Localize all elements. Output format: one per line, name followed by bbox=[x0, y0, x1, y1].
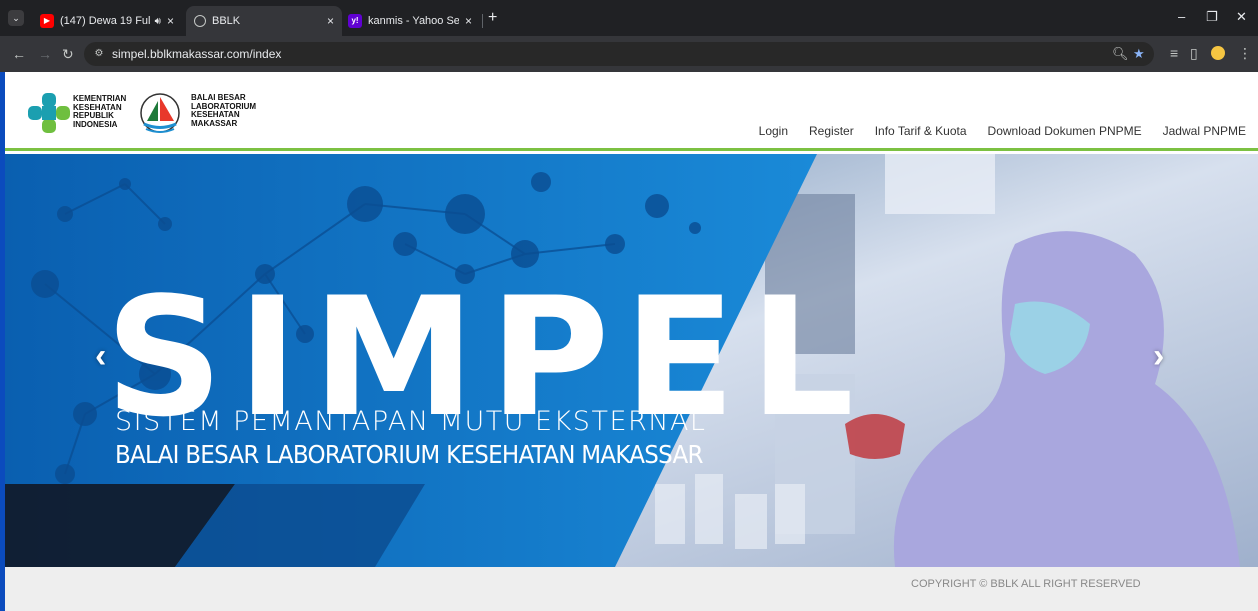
forward-icon[interactable]: → bbox=[38, 46, 52, 62]
new-tab-button[interactable]: + bbox=[488, 10, 497, 26]
reading-list-icon[interactable]: ≡ bbox=[1170, 45, 1178, 61]
speaker-icon: 🔊︎ bbox=[154, 15, 161, 27]
side-panel-icon[interactable]: ▯ bbox=[1190, 45, 1198, 62]
tab-youtube[interactable]: ▶ (147) Dewa 19 Full Album T 🔊︎ × bbox=[32, 6, 182, 36]
copyright-text: COPYRIGHT © BBLK ALL RIGHT RESERVED bbox=[911, 578, 1141, 590]
kemkes-line: INDONESIA bbox=[73, 119, 118, 129]
hero-subtitle-1: SISTEM PEMANTAPAN MUTU EKSTERNAL bbox=[115, 406, 707, 437]
tab-yahoo[interactable]: y! kanmis - Yahoo Search Results × bbox=[340, 6, 480, 36]
restore-button[interactable]: ❐ bbox=[1206, 9, 1218, 25]
browser-tab-bar: ⌄ ▶ (147) Dewa 19 Full Album T 🔊︎ × BBLK… bbox=[0, 0, 1258, 36]
web-page: KEMENTRIAN KESEHATAN REPUBLIK INDONESIA … bbox=[0, 72, 1258, 611]
globe-icon bbox=[194, 15, 206, 27]
back-icon[interactable]: ← bbox=[12, 46, 26, 62]
hero-subtitle-2: BALAI BESAR LABORATORIUM KESEHATAN MAKAS… bbox=[115, 440, 703, 469]
reload-icon[interactable]: ↻ bbox=[62, 46, 74, 62]
yahoo-icon: y! bbox=[348, 14, 362, 28]
nav-download-dokumen[interactable]: Download Dokumen PNPME bbox=[988, 124, 1142, 138]
nav-register[interactable]: Register bbox=[809, 124, 854, 138]
kemkes-text: KEMENTRIAN KESEHATAN REPUBLIK INDONESIA bbox=[73, 94, 126, 129]
url-text[interactable]: simpel.bblkmakassar.com/index bbox=[112, 47, 281, 61]
tab-search-menu-button[interactable]: ⌄ bbox=[8, 10, 24, 26]
bookmark-star-icon[interactable]: ★ bbox=[1133, 46, 1145, 62]
close-window-button[interactable]: ✕ bbox=[1236, 9, 1247, 25]
tab-close-button[interactable]: × bbox=[465, 14, 472, 28]
tab-separator bbox=[482, 14, 483, 28]
nav-login[interactable]: Login bbox=[759, 124, 788, 138]
nav-info-tarif[interactable]: Info Tarif & Kuota bbox=[875, 124, 967, 138]
hero-carousel: SIMPEL SISTEM PEMANTAPAN MUTU EKSTERNAL … bbox=[5, 154, 1258, 567]
site-info-icon[interactable]: ⚙ bbox=[92, 47, 106, 61]
profile-avatar[interactable] bbox=[1211, 46, 1225, 60]
tab-title: BBLK bbox=[212, 15, 241, 27]
nav-jadwal[interactable]: Jadwal PNPME bbox=[1163, 124, 1246, 138]
youtube-icon: ▶ bbox=[40, 14, 54, 28]
tab-title: (147) Dewa 19 Full Album T bbox=[60, 15, 151, 27]
tab-close-button[interactable]: × bbox=[327, 14, 334, 28]
site-footer: COPYRIGHT © BBLK ALL RIGHT RESERVED bbox=[5, 567, 1258, 611]
kemkes-logo bbox=[28, 93, 70, 133]
carousel-prev-button[interactable]: ‹ bbox=[95, 339, 106, 373]
more-menu-icon[interactable]: ⋮ bbox=[1238, 45, 1252, 62]
site-header: KEMENTRIAN KESEHATAN REPUBLIK INDONESIA … bbox=[5, 72, 1258, 151]
bblk-text: BALAI BESAR LABORATORIUM KESEHATAN MAKAS… bbox=[191, 93, 256, 128]
main-nav: Login Register Info Tarif & Kuota Downlo… bbox=[759, 124, 1246, 138]
carousel-next-button[interactable]: › bbox=[1153, 339, 1164, 373]
tab-title: kanmis - Yahoo Search Results bbox=[368, 15, 459, 27]
tab-bblk[interactable]: BBLK × bbox=[186, 6, 342, 36]
bblk-logo bbox=[140, 93, 180, 133]
bblk-line: MAKASSAR bbox=[191, 118, 238, 128]
tab-close-button[interactable]: × bbox=[167, 14, 174, 28]
minimize-button[interactable]: – bbox=[1178, 9, 1185, 24]
zoom-icon[interactable]: 🔍︎ bbox=[1112, 46, 1129, 62]
